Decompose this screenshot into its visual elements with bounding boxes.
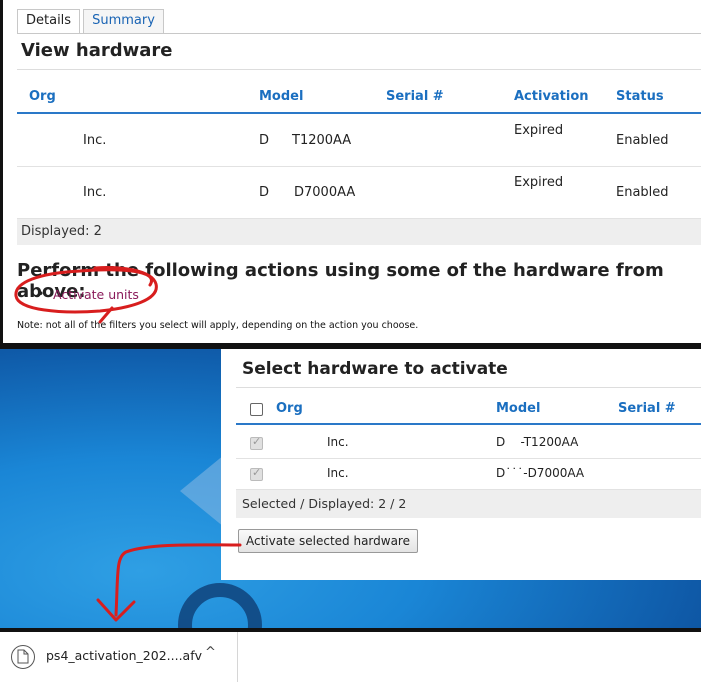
column-header-org[interactable]: Org — [29, 89, 56, 104]
view-hardware-page: Details Summary View hardware Org Model … — [0, 0, 701, 343]
row-model: T1200AA — [292, 133, 352, 148]
download-item[interactable]: ps4_activation_202....afv ^ — [0, 632, 238, 682]
displayed-count: Displayed: 2 — [17, 219, 701, 245]
chevron-up-icon[interactable]: ^ — [205, 645, 216, 660]
dialog-divider — [236, 387, 701, 388]
select-all-checkbox[interactable] — [250, 403, 263, 416]
column-header-model[interactable]: Model — [259, 89, 303, 104]
file-icon — [11, 645, 35, 669]
table-row[interactable]: Inc. D˙˙˙-D7000AA — [236, 458, 701, 490]
row-model: D˙˙˙-D7000AA — [496, 466, 585, 480]
row-model: D -T1200AA — [496, 435, 579, 449]
row-activation: Expired — [514, 123, 564, 138]
row-activation: Expired — [514, 175, 564, 190]
row-org: Inc. — [327, 435, 349, 449]
row-org: Inc. — [327, 466, 349, 480]
row-model-prefix: D — [259, 133, 270, 148]
dialog-title: Select hardware to activate — [242, 359, 508, 379]
table-row[interactable]: Inc. D -T1200AA — [236, 427, 701, 459]
desktop-background: Select hardware to activate Org Model Se… — [0, 343, 701, 628]
row-status: Enabled — [616, 133, 669, 148]
wallpaper-ring-shape — [178, 583, 262, 628]
wallpaper-arrow-shape — [180, 455, 224, 527]
download-bar: ps4_activation_202....afv ^ — [0, 628, 701, 682]
row-model: D7000AA — [294, 185, 356, 200]
activate-selected-hardware-button[interactable]: Activate selected hardware — [238, 529, 418, 553]
list-bullet: • — [37, 286, 45, 301]
row-checkbox[interactable] — [250, 466, 263, 481]
table-row[interactable]: Inc. D D7000AA Expired Enabled — [17, 166, 701, 219]
row-org: Inc. — [83, 133, 107, 148]
column-header-activation[interactable]: Activation — [514, 89, 589, 104]
column-header-status[interactable]: Status — [616, 89, 664, 104]
hardware-table-header: Org Model Serial # Activation Status — [17, 84, 701, 114]
tab-summary[interactable]: Summary — [83, 9, 164, 33]
tab-divider — [17, 33, 701, 34]
page-title: View hardware — [21, 40, 173, 61]
column-header-org[interactable]: Org — [276, 401, 303, 416]
tab-details[interactable]: Details — [17, 9, 81, 33]
column-header-serial[interactable]: Serial # — [618, 401, 676, 416]
row-org: Inc. — [83, 185, 107, 200]
download-filename[interactable]: ps4_activation_202....afv — [46, 648, 202, 663]
column-header-model[interactable]: Model — [496, 401, 540, 416]
row-checkbox[interactable] — [250, 435, 263, 450]
dialog-table-header: Org Model Serial # — [236, 395, 701, 425]
column-header-serial[interactable]: Serial # — [386, 89, 444, 104]
title-divider — [17, 69, 701, 70]
activate-units-link[interactable]: Activate units — [53, 287, 139, 302]
filters-note: Note: not all of the filters you select … — [17, 320, 419, 331]
row-model-prefix: D — [259, 185, 270, 200]
row-status: Enabled — [616, 185, 669, 200]
table-row[interactable]: Inc. D T1200AA Expired Enabled — [17, 114, 701, 167]
selected-displayed-count: Selected / Displayed: 2 / 2 — [236, 490, 701, 518]
tab-bar: Details Summary — [17, 9, 167, 33]
